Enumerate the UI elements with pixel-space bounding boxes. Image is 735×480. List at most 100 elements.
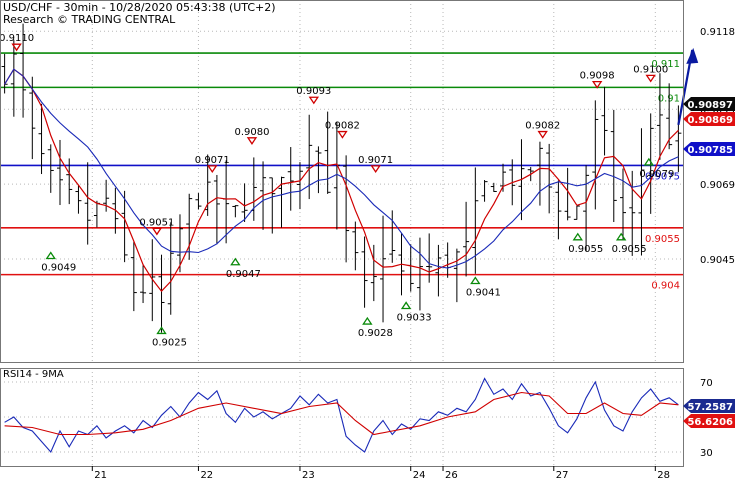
- usdchf-chart: 0.9110.910.90750.90550.9040.91100.90490.…: [0, 0, 735, 480]
- price-bar: [75, 184, 82, 214]
- price-bar: [167, 222, 174, 315]
- low-marker: [470, 276, 481, 285]
- price-bar: [490, 182, 497, 192]
- price-bar: [380, 215, 387, 323]
- high-label: 0.9051: [139, 217, 174, 228]
- price-bar: [546, 143, 553, 214]
- low-marker: [615, 232, 627, 241]
- chart-subtitle: Research © TRADING CENTRAL: [3, 13, 176, 26]
- price-bar: [656, 73, 663, 160]
- price-bar: [195, 193, 202, 210]
- red-price-tag-text: 0.90869: [687, 115, 733, 126]
- price-bar: [638, 128, 645, 256]
- red-price-tag: 0.90869: [683, 112, 735, 126]
- high-marker: [537, 130, 548, 139]
- price-tick-label: 0.9069: [700, 180, 735, 191]
- rsi-line: [4, 377, 679, 454]
- price-panel: 0.9110.910.90750.90550.9040.91100.90490.…: [0, 0, 699, 362]
- price-bar: [444, 242, 451, 278]
- price-tick-label: 0.9118: [700, 27, 735, 38]
- price-bar: [56, 139, 63, 206]
- low-label: 0.9079: [639, 169, 674, 180]
- low-label: 0.9055: [568, 244, 603, 255]
- price-bar: [287, 147, 294, 211]
- blue-price-tag: 0.90785: [683, 142, 735, 156]
- high-marker: [246, 137, 258, 145]
- high-marker: [645, 74, 656, 83]
- low-label: 0.9028: [358, 328, 393, 339]
- high-marker: [207, 165, 218, 174]
- high-marker: [337, 130, 348, 139]
- low-marker: [362, 316, 373, 325]
- rsi-tick-label: 30: [700, 448, 713, 459]
- rsi-panel: [0, 368, 683, 466]
- low-label: 0.9041: [466, 288, 501, 299]
- rsi-value-tag: 57.2587: [683, 399, 735, 413]
- high-label: 0.9071: [195, 155, 230, 166]
- low-label: 0.9055: [612, 244, 647, 255]
- price-bar: [463, 201, 470, 277]
- rsi-title: RSI14 - 9MA: [3, 369, 64, 380]
- high-marker: [308, 96, 320, 105]
- blue-price-tag-text: 0.90785: [687, 145, 733, 156]
- price-bar: [47, 144, 54, 193]
- current-price-tag-text: 0.90897: [687, 100, 733, 111]
- low-label: 0.9033: [397, 312, 432, 323]
- low-label: 0.9025: [152, 337, 187, 348]
- high-marker: [151, 227, 163, 236]
- x-tick-label: 28: [657, 470, 670, 480]
- price-bar: [601, 86, 608, 156]
- low-marker: [643, 157, 655, 166]
- current-price-tag: 0.90897: [683, 97, 735, 111]
- low-label: 0.9047: [226, 269, 261, 280]
- high-marker: [370, 165, 381, 174]
- price-bar: [269, 177, 276, 234]
- price-bar: [343, 155, 350, 263]
- price-bar: [296, 162, 303, 210]
- high-label: 0.9098: [580, 71, 615, 82]
- price-bar: [232, 205, 239, 218]
- price-bar: [130, 241, 137, 312]
- price-bar: [10, 39, 17, 117]
- price-bar: [352, 221, 359, 271]
- rsi-frame: [0, 368, 684, 467]
- price-frame: [0, 0, 684, 363]
- price-bar: [176, 214, 183, 273]
- x-tick-label: 21: [94, 470, 107, 480]
- slow-ma-line: [4, 68, 679, 269]
- x-tick-label: 24: [413, 470, 426, 480]
- high-label: 0.9100: [633, 64, 668, 75]
- high-label: 0.9071: [358, 155, 393, 166]
- price-bar: [573, 205, 580, 220]
- x-tick-label: 23: [302, 470, 315, 480]
- low-marker: [230, 257, 241, 266]
- price-bar: [361, 236, 368, 308]
- high-label: 0.9093: [296, 86, 331, 97]
- price-bar: [555, 180, 562, 240]
- level-label: 0.9055: [645, 234, 680, 245]
- price-tick-label: 0.9045: [700, 255, 735, 266]
- level-label: 0.904: [651, 281, 680, 292]
- price-bar: [435, 244, 442, 297]
- price-bar: [647, 113, 654, 214]
- price-bar: [536, 141, 543, 206]
- price-bar: [407, 244, 414, 292]
- price-bar: [472, 167, 479, 274]
- rsi-ma-value-tag: 56.6206: [683, 414, 735, 428]
- price-bar: [84, 162, 91, 245]
- price-bar: [315, 146, 322, 194]
- rsi-ma-line: [4, 391, 679, 436]
- price-bar: [213, 174, 220, 245]
- rsi-value-tag-text: 57.2587: [687, 402, 733, 413]
- x-tick-label: 27: [556, 470, 569, 480]
- price-bar: [140, 265, 147, 304]
- rsi-ma-value-tag-text: 56.6206: [687, 417, 733, 428]
- price-bar: [583, 165, 590, 252]
- price-bar: [93, 200, 100, 228]
- low-label: 0.9049: [41, 263, 76, 274]
- price-bar: [158, 254, 165, 333]
- low-marker: [400, 301, 412, 310]
- price-bar: [223, 160, 230, 244]
- low-marker: [45, 251, 56, 260]
- x-tick-label: 22: [200, 470, 213, 480]
